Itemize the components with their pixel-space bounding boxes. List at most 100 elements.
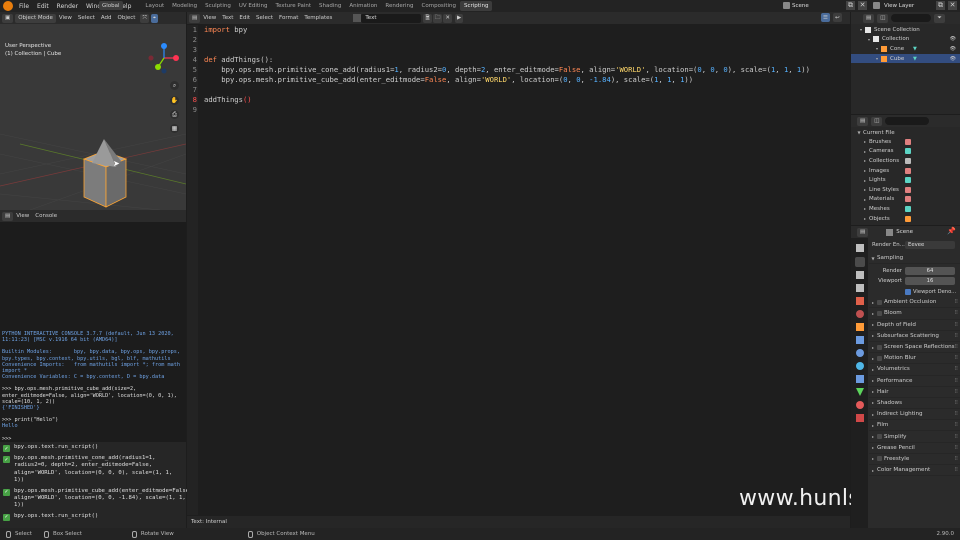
tab-shading[interactable]: Shading [315,1,345,11]
blend-editor-type-button[interactable]: ▤ [857,116,869,126]
outliner-item-cone[interactable]: ▾ Cone 👁 ▼ [851,44,960,54]
tab-layout[interactable]: Layout [141,1,168,11]
history-item[interactable]: ✓ bpy.ops.mesh.primitive_cube_add(enter_e… [3,488,193,510]
remove-view-layer-icon[interactable]: ✕ [948,1,957,10]
panel-simplify[interactable]: ▸ Simplify ⠿ [869,431,960,443]
editor-menu-templates[interactable]: Templates [301,15,335,21]
visibility-eye-icon[interactable]: 👁 [950,46,956,52]
scene-icon[interactable] [783,2,790,9]
text-datablock-name[interactable]: Text [361,13,422,23]
add-view-layer-icon[interactable]: ⧉ [936,1,945,10]
properties-search-input[interactable] [872,228,876,236]
datablock-cameras[interactable]: ▸ Cameras [861,147,956,157]
drag-handle-icon[interactable]: ⠿ [954,456,958,462]
tab-uv-editing[interactable]: UV Editing [235,1,272,11]
new-text-icon[interactable]: 🗎 [423,13,432,23]
outliner-search-input[interactable] [891,14,932,22]
blend-display-mode-icon[interactable]: ◫ [871,116,883,126]
drag-handle-icon[interactable]: ⠿ [954,467,958,473]
sampling-panel-header[interactable]: ▼ Sampling [869,253,960,265]
viewport-denoise-checkbox[interactable] [905,288,911,295]
expand-icon[interactable]: ▸ [861,158,869,163]
panel-film[interactable]: ▸ Film ⠿ [869,420,960,432]
panel-enable-checkbox[interactable] [877,310,882,316]
gizmo-toggle-icon[interactable]: ⌖ [150,13,158,23]
editor-menu-text[interactable]: Text [219,15,236,21]
object-tab-icon[interactable] [856,323,864,331]
mode-selector[interactable]: Object Mode [15,13,56,23]
word-wrap-toggle-icon[interactable]: ↩ [833,13,842,22]
datablock-brushes[interactable]: ▸ Brushes [861,137,956,147]
drag-handle-icon[interactable]: ⠿ [954,366,958,372]
tab-texture-paint[interactable]: Texture Paint [272,1,316,11]
world-tab-icon[interactable] [856,310,864,318]
console-menu-console[interactable]: Console [32,213,60,219]
properties-editor-type-button[interactable]: ▤ [857,227,869,237]
blender-logo-icon[interactable] [3,1,13,11]
filter-icon[interactable]: ⏷ [934,13,945,23]
panel-depth-of-field[interactable]: ▸ Depth of Field ⠿ [869,320,960,331]
modifier-tab-icon[interactable] [856,336,864,344]
physics-tab-icon[interactable] [856,362,864,370]
blend-search-input[interactable] [885,117,930,125]
menu-edit[interactable]: Edit [33,3,53,10]
open-text-icon[interactable]: 🗀 [432,13,443,23]
scene-selector[interactable]: Scene [792,3,809,9]
texture-tab-icon[interactable] [856,414,864,422]
history-item[interactable]: ✓ bpy.ops.text.run_script() [3,513,183,521]
blend-file-browser[interactable]: ▤ ◫ ▼ Current File ▸ Brushes ▸ Cameras ▸ Colle… [851,115,960,225]
drag-handle-icon[interactable]: ⠿ [954,411,958,417]
tab-sculpting[interactable]: Sculpting [201,1,235,11]
drag-handle-icon[interactable]: ⠿ [954,378,958,384]
run-script-icon[interactable]: ▶ [454,13,464,23]
expand-icon[interactable]: ▾ [873,46,881,51]
expand-icon[interactable]: ▾ [857,27,865,32]
panel-shadows[interactable]: ▸ Shadows ⠿ [869,398,960,410]
expand-icon[interactable]: ▾ [873,56,881,61]
expand-icon[interactable]: ▸ [861,178,869,183]
scene-tab-icon[interactable] [856,297,864,305]
drag-handle-icon[interactable]: ⠿ [954,400,958,406]
history-item[interactable]: ✓ bpy.ops.text.run_script() [3,444,183,452]
datablock-collections[interactable]: ▸ Collections [861,156,956,166]
tab-animation[interactable]: Animation [345,1,381,11]
expand-icon[interactable]: ▸ [861,197,869,202]
drag-handle-icon[interactable]: ⠿ [954,355,958,361]
panel-enable-checkbox[interactable] [877,344,882,350]
menu-render[interactable]: Render [53,3,82,10]
outliner-item-cube[interactable]: ▾ Cube 👁 ▼ [851,53,960,64]
panel-freestyle[interactable]: ▸ Freestyle ⠿ [869,454,960,465]
material-tab-icon[interactable] [856,401,864,409]
render-samples-field[interactable]: 64 [905,267,955,276]
editor-type-button[interactable]: ▣ [2,13,14,23]
datablock-materials[interactable]: ▸ Materials [861,195,956,205]
view-layer-icon[interactable] [873,2,880,9]
view-layer-selector[interactable]: View Layer [884,3,914,9]
text-datablock-icon[interactable] [353,14,362,22]
panel-enable-checkbox[interactable] [877,434,882,440]
panel-screen-space-reflections[interactable]: ▸ Screen Space Reflections ⠿ [869,342,960,354]
outliner-editor-type-button[interactable]: ▤ [863,13,875,23]
datablock-line-styles[interactable]: ▸ Line Styles [861,185,956,195]
panel-indirect-lighting[interactable]: ▸ Indirect Lighting ⠿ [869,409,960,421]
remove-scene-icon[interactable]: ✕ [858,1,867,10]
menu-file[interactable]: File [15,3,33,10]
panel-motion-blur[interactable]: ▸ Motion Blur ⠿ [869,353,960,365]
panel-bloom[interactable]: ▸ Bloom ⠿ [869,308,960,320]
drag-handle-icon[interactable]: ⠿ [954,422,958,428]
add-scene-icon[interactable]: ⧉ [846,1,855,10]
expand-icon[interactable]: ▸ [861,139,869,144]
view-layer-tab-icon[interactable] [856,284,864,292]
panel-enable-checkbox[interactable] [877,355,882,361]
expand-icon[interactable]: ▸ [861,187,869,192]
history-item[interactable]: ✓ bpy.ops.mesh.primitive_cone_add(radius1… [3,455,183,485]
python-console[interactable]: ▤ View Console PYTHON INTERACTIVE CONSOLE… [0,210,186,442]
viewport-samples-field[interactable]: 16 [905,277,955,286]
viewport-3d[interactable]: ▣ Object Mode View Select Add Object ⤧ ⌖ Us… [0,12,186,210]
drag-handle-icon[interactable]: ⠿ [954,333,958,339]
tab-compositing[interactable]: Compositing [418,1,460,11]
drag-handle-icon[interactable]: ⠿ [954,310,958,316]
text-editor[interactable]: ▤ View Text Edit Select Format Templates Text… [187,12,915,528]
line-numbers-toggle-icon[interactable]: ☰ [821,13,830,22]
editor-menu-edit[interactable]: Edit [236,15,253,21]
